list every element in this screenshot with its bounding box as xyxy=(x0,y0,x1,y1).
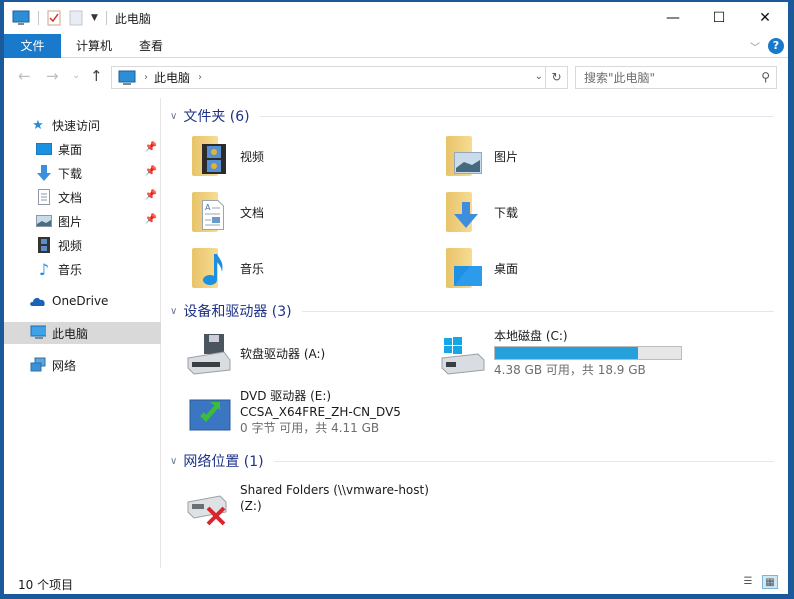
sidebar-item-desktop[interactable]: 桌面 📌 xyxy=(4,138,161,160)
maximize-button[interactable]: ☐ xyxy=(696,2,742,34)
details-view-button[interactable]: ☰ xyxy=(740,575,756,589)
ribbon-tabs: 文件 计算机 查看 ﹀ ? xyxy=(4,34,788,58)
collapse-chevron-icon[interactable]: ∨ xyxy=(170,306,177,317)
sidebar-item-downloads[interactable]: 下载 📌 xyxy=(4,162,161,184)
music-icon: ♪ xyxy=(38,259,50,279)
network-drive-z[interactable]: Shared Folders (\\vmware-host) (Z:) xyxy=(184,482,429,530)
breadcrumb-chevron-icon[interactable]: › xyxy=(198,72,202,83)
svg-text:A: A xyxy=(205,203,211,212)
downloads-folder-icon xyxy=(442,190,486,234)
disk-usage-fill xyxy=(495,347,638,359)
refresh-button[interactable]: ↻ xyxy=(545,67,567,88)
large-icons-view-button[interactable]: ▦ xyxy=(762,575,778,589)
star-icon: ★ xyxy=(32,117,44,133)
status-bar: 10 个项目 ☰ ▦ xyxy=(4,572,788,594)
folder-downloads[interactable]: 下载 xyxy=(442,190,518,234)
drive-dvd-e[interactable]: DVD 驱动器 (E:) CCSA_X64FRE_ZH-CN_DV5 0 字节 … xyxy=(184,388,401,436)
this-pc-icon xyxy=(118,70,136,85)
group-header-folders[interactable]: ∨ 文件夹 (6) xyxy=(170,106,774,126)
drive-name: 软盘驱动器 (A:) xyxy=(240,347,326,361)
music-folder-icon xyxy=(188,246,232,290)
network-icon xyxy=(30,357,46,373)
content-pane: ∨ 文件夹 (6) 视频 图片 A 文档 下载 音乐 桌面 ∨ 设备和驱动器 (… xyxy=(164,98,788,568)
file-explorer-window: ▼ 此电脑 — ☐ ✕ 文件 计算机 查看 ﹀ ? ← → ⌄ ↑ › 此电脑 … xyxy=(4,2,788,594)
onedrive-cloud-icon xyxy=(30,293,46,309)
folder-desktop[interactable]: 桌面 xyxy=(442,246,518,290)
forward-button[interactable]: → xyxy=(46,67,59,85)
desktop-icon xyxy=(36,141,52,157)
title-bar: ▼ 此电脑 — ☐ ✕ xyxy=(4,2,788,34)
minimize-button[interactable]: — xyxy=(650,2,696,34)
close-button[interactable]: ✕ xyxy=(742,2,788,34)
search-icon[interactable]: ⚲ xyxy=(761,70,770,84)
pin-icon[interactable]: 📌 xyxy=(145,214,157,225)
help-icon[interactable]: ? xyxy=(768,38,784,54)
sidebar-item-this-pc[interactable]: 此电脑 xyxy=(4,322,161,344)
breadcrumb-chevron-icon[interactable]: › xyxy=(144,72,148,83)
download-icon xyxy=(36,165,52,181)
group-header-network-locations[interactable]: ∨ 网络位置 (1) xyxy=(170,451,774,471)
disconnected-network-drive-icon xyxy=(184,482,232,530)
drive-floppy-a[interactable]: 软盘驱动器 (A:) xyxy=(184,330,325,378)
window-title: 此电脑 xyxy=(114,11,151,26)
local-disk-windows-icon xyxy=(438,328,486,376)
desktop-folder-icon xyxy=(442,246,486,290)
floppy-drive-icon xyxy=(184,330,232,378)
sidebar-item-documents[interactable]: 文档 📌 xyxy=(4,186,161,208)
drive-letter: (Z:) xyxy=(240,499,262,513)
breadcrumb-this-pc[interactable]: 此电脑 xyxy=(154,69,190,86)
drive-free-space: 0 字节 可用，共 4.11 GB xyxy=(240,421,380,435)
sidebar-item-videos[interactable]: 视频 xyxy=(4,234,161,256)
drive-local-disk-c[interactable]: 本地磁盘 (C:) 4.38 GB 可用，共 18.9 GB xyxy=(438,328,682,378)
pin-icon[interactable]: 📌 xyxy=(145,142,157,153)
disk-usage-bar xyxy=(494,346,682,360)
quick-access-toolbar: ▼ 此电脑 xyxy=(12,9,151,27)
pin-icon[interactable]: 📌 xyxy=(145,166,157,177)
navigation-bar: ← → ⌄ ↑ › 此电脑 › ⌄ ↻ ⚲ xyxy=(4,64,788,90)
folder-videos[interactable]: 视频 xyxy=(188,134,264,178)
pin-icon[interactable]: 📌 xyxy=(145,190,157,201)
this-pc-icon xyxy=(12,10,30,25)
folder-music[interactable]: 音乐 xyxy=(188,246,264,290)
navigation-pane: ★ 快速访问 桌面 📌 下载 📌 文档 📌 图片 📌 视频 ♪ 音乐 OneDr… xyxy=(4,98,161,568)
drive-name: 本地磁盘 (C:) xyxy=(494,329,568,343)
tab-view[interactable]: 查看 xyxy=(128,34,174,58)
drive-name: Shared Folders (\\vmware-host) xyxy=(240,483,429,497)
folder-documents[interactable]: A 文档 xyxy=(188,190,264,234)
recent-locations-button[interactable]: ⌄ xyxy=(72,70,80,81)
dvd-drive-icon xyxy=(184,388,232,436)
pictures-folder-icon xyxy=(442,134,486,178)
back-button[interactable]: ← xyxy=(18,67,31,85)
sidebar-item-quick-access[interactable]: ★ 快速访问 xyxy=(4,114,161,136)
document-icon xyxy=(36,189,52,205)
item-count: 10 个项目 xyxy=(18,578,74,592)
collapse-chevron-icon[interactable]: ∨ xyxy=(170,456,177,467)
documents-folder-icon: A xyxy=(188,190,232,234)
properties-icon[interactable] xyxy=(47,10,61,26)
pictures-icon xyxy=(36,213,52,229)
sidebar-item-network[interactable]: 网络 xyxy=(4,354,161,376)
sidebar-item-onedrive[interactable]: OneDrive xyxy=(4,290,161,312)
videos-folder-icon xyxy=(188,134,232,178)
tab-computer[interactable]: 计算机 xyxy=(66,34,122,58)
drive-name: DVD 驱动器 (E:) xyxy=(240,389,332,403)
collapse-chevron-icon[interactable]: ∨ xyxy=(170,111,177,122)
new-folder-icon[interactable] xyxy=(69,10,83,26)
up-button[interactable]: ↑ xyxy=(90,67,103,85)
sidebar-item-pictures[interactable]: 图片 📌 xyxy=(4,210,161,232)
sidebar-item-music[interactable]: ♪ 音乐 xyxy=(4,258,161,280)
expand-ribbon-icon[interactable]: ﹀ xyxy=(750,39,760,54)
address-dropdown-icon[interactable]: ⌄ xyxy=(535,71,543,82)
drive-free-space: 4.38 GB 可用，共 18.9 GB xyxy=(494,363,646,377)
folder-pictures[interactable]: 图片 xyxy=(442,134,518,178)
address-bar[interactable]: › 此电脑 › ⌄ ↻ xyxy=(111,66,568,89)
tab-file[interactable]: 文件 xyxy=(4,34,61,58)
group-header-devices[interactable]: ∨ 设备和驱动器 (3) xyxy=(170,301,774,321)
search-box[interactable]: ⚲ xyxy=(575,66,777,89)
search-input[interactable] xyxy=(576,67,746,88)
customize-qat-icon[interactable]: ▼ xyxy=(91,13,98,23)
this-pc-icon xyxy=(30,325,46,341)
videos-icon xyxy=(36,237,52,253)
drive-volume-label: CCSA_X64FRE_ZH-CN_DV5 xyxy=(240,405,401,419)
